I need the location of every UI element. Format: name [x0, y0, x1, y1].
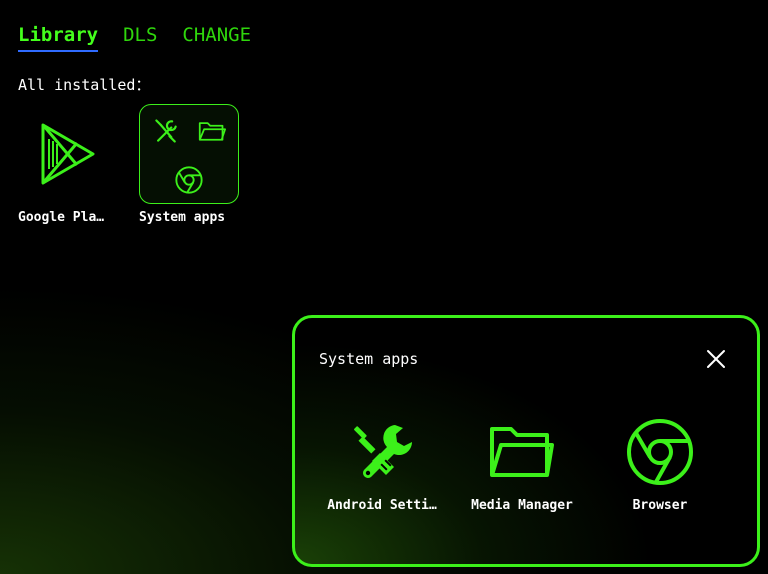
app-android-settings[interactable]: Android Setti…	[317, 416, 447, 513]
settings-tools-icon	[354, 425, 412, 478]
app-google-play[interactable]: Google Pla…	[18, 104, 118, 225]
app-label: System apps	[139, 210, 226, 225]
tab-bar: Library DLS CHANGE	[18, 24, 251, 52]
app-tile	[18, 104, 118, 204]
tab-change[interactable]: CHANGE	[182, 24, 251, 52]
app-label: Media Manager	[471, 498, 573, 513]
app-browser[interactable]: Browser	[595, 416, 725, 513]
app-media-manager[interactable]: Media Manager	[457, 416, 587, 513]
folder-tile	[139, 104, 239, 204]
folder-icon	[198, 122, 226, 141]
tab-dls[interactable]: DLS	[123, 24, 157, 52]
icon-wrap	[457, 416, 587, 488]
dialog-title: System apps	[319, 350, 419, 368]
folder-icon	[490, 427, 554, 477]
icon-wrap	[317, 416, 447, 488]
app-label: Browser	[632, 498, 688, 513]
app-label: Google Pla…	[18, 210, 105, 225]
chrome-icon	[627, 419, 693, 485]
icon-wrap	[595, 416, 725, 488]
settings-tools-icon	[155, 119, 177, 143]
chrome-icon	[175, 166, 203, 194]
app-folder-system-apps[interactable]: System apps	[139, 104, 239, 225]
tab-library[interactable]: Library	[18, 24, 99, 52]
app-label: Android Setti…	[327, 498, 437, 513]
google-play-icon	[41, 123, 95, 185]
close-icon[interactable]	[705, 348, 727, 370]
launcher-screen: Library DLS CHANGE All installed： Google…	[0, 0, 768, 574]
folder-dialog: System apps Android Setti… Media Manager…	[292, 315, 760, 567]
section-label: All installed：	[18, 76, 151, 94]
